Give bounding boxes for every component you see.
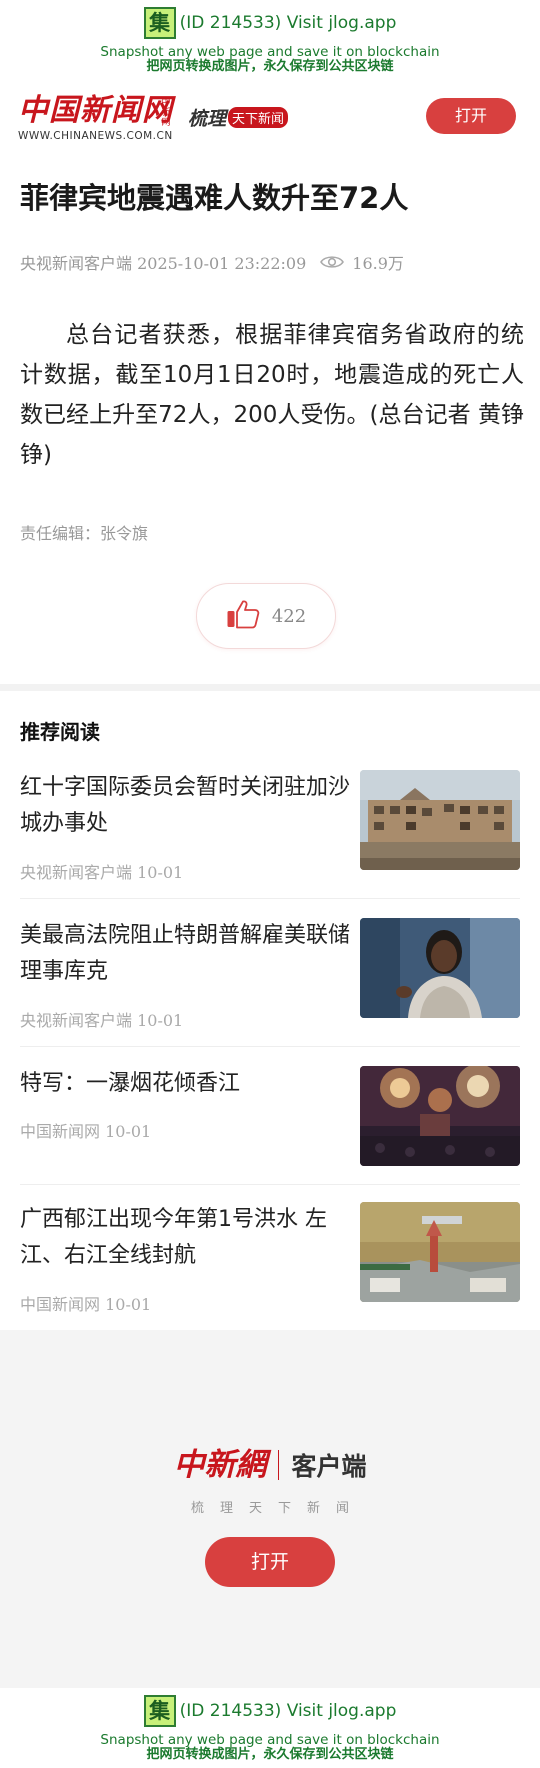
logo-url: WWW.CHINANEWS.COM.CN (18, 130, 173, 142)
jlog-tagline-en: Snapshot any web page and save it on blo… (100, 44, 440, 60)
recommend-item-title[interactable]: 红十字国际委员会暂时关闭驻加沙城办事处 (20, 770, 350, 842)
promo-client-label: 客户端 (291, 1452, 367, 1481)
thumbs-up-icon (226, 599, 260, 633)
recommend-item[interactable]: 特写：一瀑烟花倾香江 中国新闻网 10-01 (20, 1060, 520, 1185)
woman-speaking-image[interactable] (360, 918, 520, 1018)
article-source-time: 央视新闻客户端 2025-10-01 23:22:09 (20, 254, 307, 273)
promo-logo: 中新網 (173, 1447, 267, 1483)
jlog-id-link[interactable]: (ID 214533) Visit jlog.app (180, 13, 397, 33)
logo-small-text: 中新网 (161, 98, 171, 128)
article-views: 16.9万 (352, 254, 404, 273)
jlog-banner-top[interactable]: 集 (ID 214533) Visit jlog.app Snapshot an… (0, 0, 540, 84)
logo-text: 中国新闻网 (18, 93, 173, 128)
recommend-item-title[interactable]: 特写：一瀑烟花倾香江 (20, 1066, 350, 1102)
recommend-item[interactable]: 红十字国际委员会暂时关闭驻加沙城办事处 央视新闻客户端 10-01 (20, 764, 520, 899)
jlog-tagline-en: Snapshot any web page and save it on blo… (100, 1732, 440, 1748)
article-meta: 央视新闻客户端 2025-10-01 23:22:09 16.9万 (20, 250, 404, 274)
open-app-button-bottom[interactable]: 打开 (205, 1537, 335, 1587)
rubble-building-image[interactable] (360, 770, 520, 870)
section-divider (0, 684, 540, 691)
recommend-item[interactable]: 美最高法院阻止特朗普解雇美联储理事库克 央视新闻客户端 10-01 (20, 912, 520, 1047)
recommend-heading: 推荐阅读 (20, 720, 100, 744)
promo-divider (278, 1450, 280, 1480)
fireworks-image[interactable] (360, 1066, 520, 1166)
recommend-item-meta: 中国新闻网 10-01 (20, 1295, 152, 1314)
recommend-item-meta: 中国新闻网 10-01 (20, 1122, 152, 1141)
jlog-logo-icon: 集 (143, 1695, 176, 1727)
like-button[interactable]: 422 (196, 583, 336, 649)
eye-icon (320, 254, 345, 270)
promo-brand: 中新網 客户端 (0, 1446, 540, 1484)
app-promo: 中新網 客户端 梳理天下新闻 打开 (0, 1330, 540, 1688)
jlog-banner-bottom[interactable]: 集 (ID 214533) Visit jlog.app Snapshot an… (0, 1688, 540, 1768)
article-body: 总台记者获悉，根据菲律宾宿务省政府的统计数据，截至10月1日20时，地震造成的死… (20, 322, 524, 468)
recommend-item-meta: 央视新闻客户端 10-01 (20, 863, 184, 882)
jlog-id-line[interactable]: 集 (ID 214533) Visit jlog.app (0, 1694, 540, 1728)
flood-river-image[interactable] (360, 1202, 520, 1302)
promo-slogan: 梳理天下新闻 (190, 1501, 365, 1516)
site-logo[interactable]: 中国新闻网 WWW.CHINANEWS.COM.CN 中新网 (18, 93, 173, 143)
open-app-button-top[interactable]: 打开 (426, 98, 516, 134)
jlog-id-line[interactable]: 集 (ID 214533) Visit jlog.app (0, 6, 540, 40)
jlog-tagline-cn: 把网页转换成图片，永久保存到公共区块链 (146, 59, 394, 74)
article-title: 菲律宾地震遇难人数升至72人 (20, 181, 409, 215)
recommend-item[interactable]: 广西郁江出现今年第1号洪水 左江、右江全线封航 中国新闻网 10-01 (20, 1196, 520, 1330)
recommend-item-title[interactable]: 美最高法院阻止特朗普解雇美联储理事库克 (20, 918, 350, 990)
header-slogan: 梳理 天下新闻 (188, 104, 289, 131)
recommend-item-meta: 央视新闻客户端 10-01 (20, 1011, 184, 1030)
jlog-tagline-cn: 把网页转换成图片，永久保存到公共区块链 (146, 1747, 394, 1762)
recommend-item-title[interactable]: 广西郁江出现今年第1号洪水 左江、右江全线封航 (20, 1202, 354, 1274)
slogan-part-a: 梳理 (188, 108, 227, 130)
like-count: 422 (271, 605, 307, 627)
slogan-part-b: 天下新闻 (228, 107, 289, 128)
site-header: 中国新闻网 WWW.CHINANEWS.COM.CN 中新网 梳理 天下新闻 打… (0, 90, 540, 152)
article-editor: 责任编辑：张令旗 (20, 524, 149, 543)
jlog-id-link[interactable]: (ID 214533) Visit jlog.app (180, 1701, 397, 1721)
jlog-logo-icon: 集 (143, 7, 176, 39)
